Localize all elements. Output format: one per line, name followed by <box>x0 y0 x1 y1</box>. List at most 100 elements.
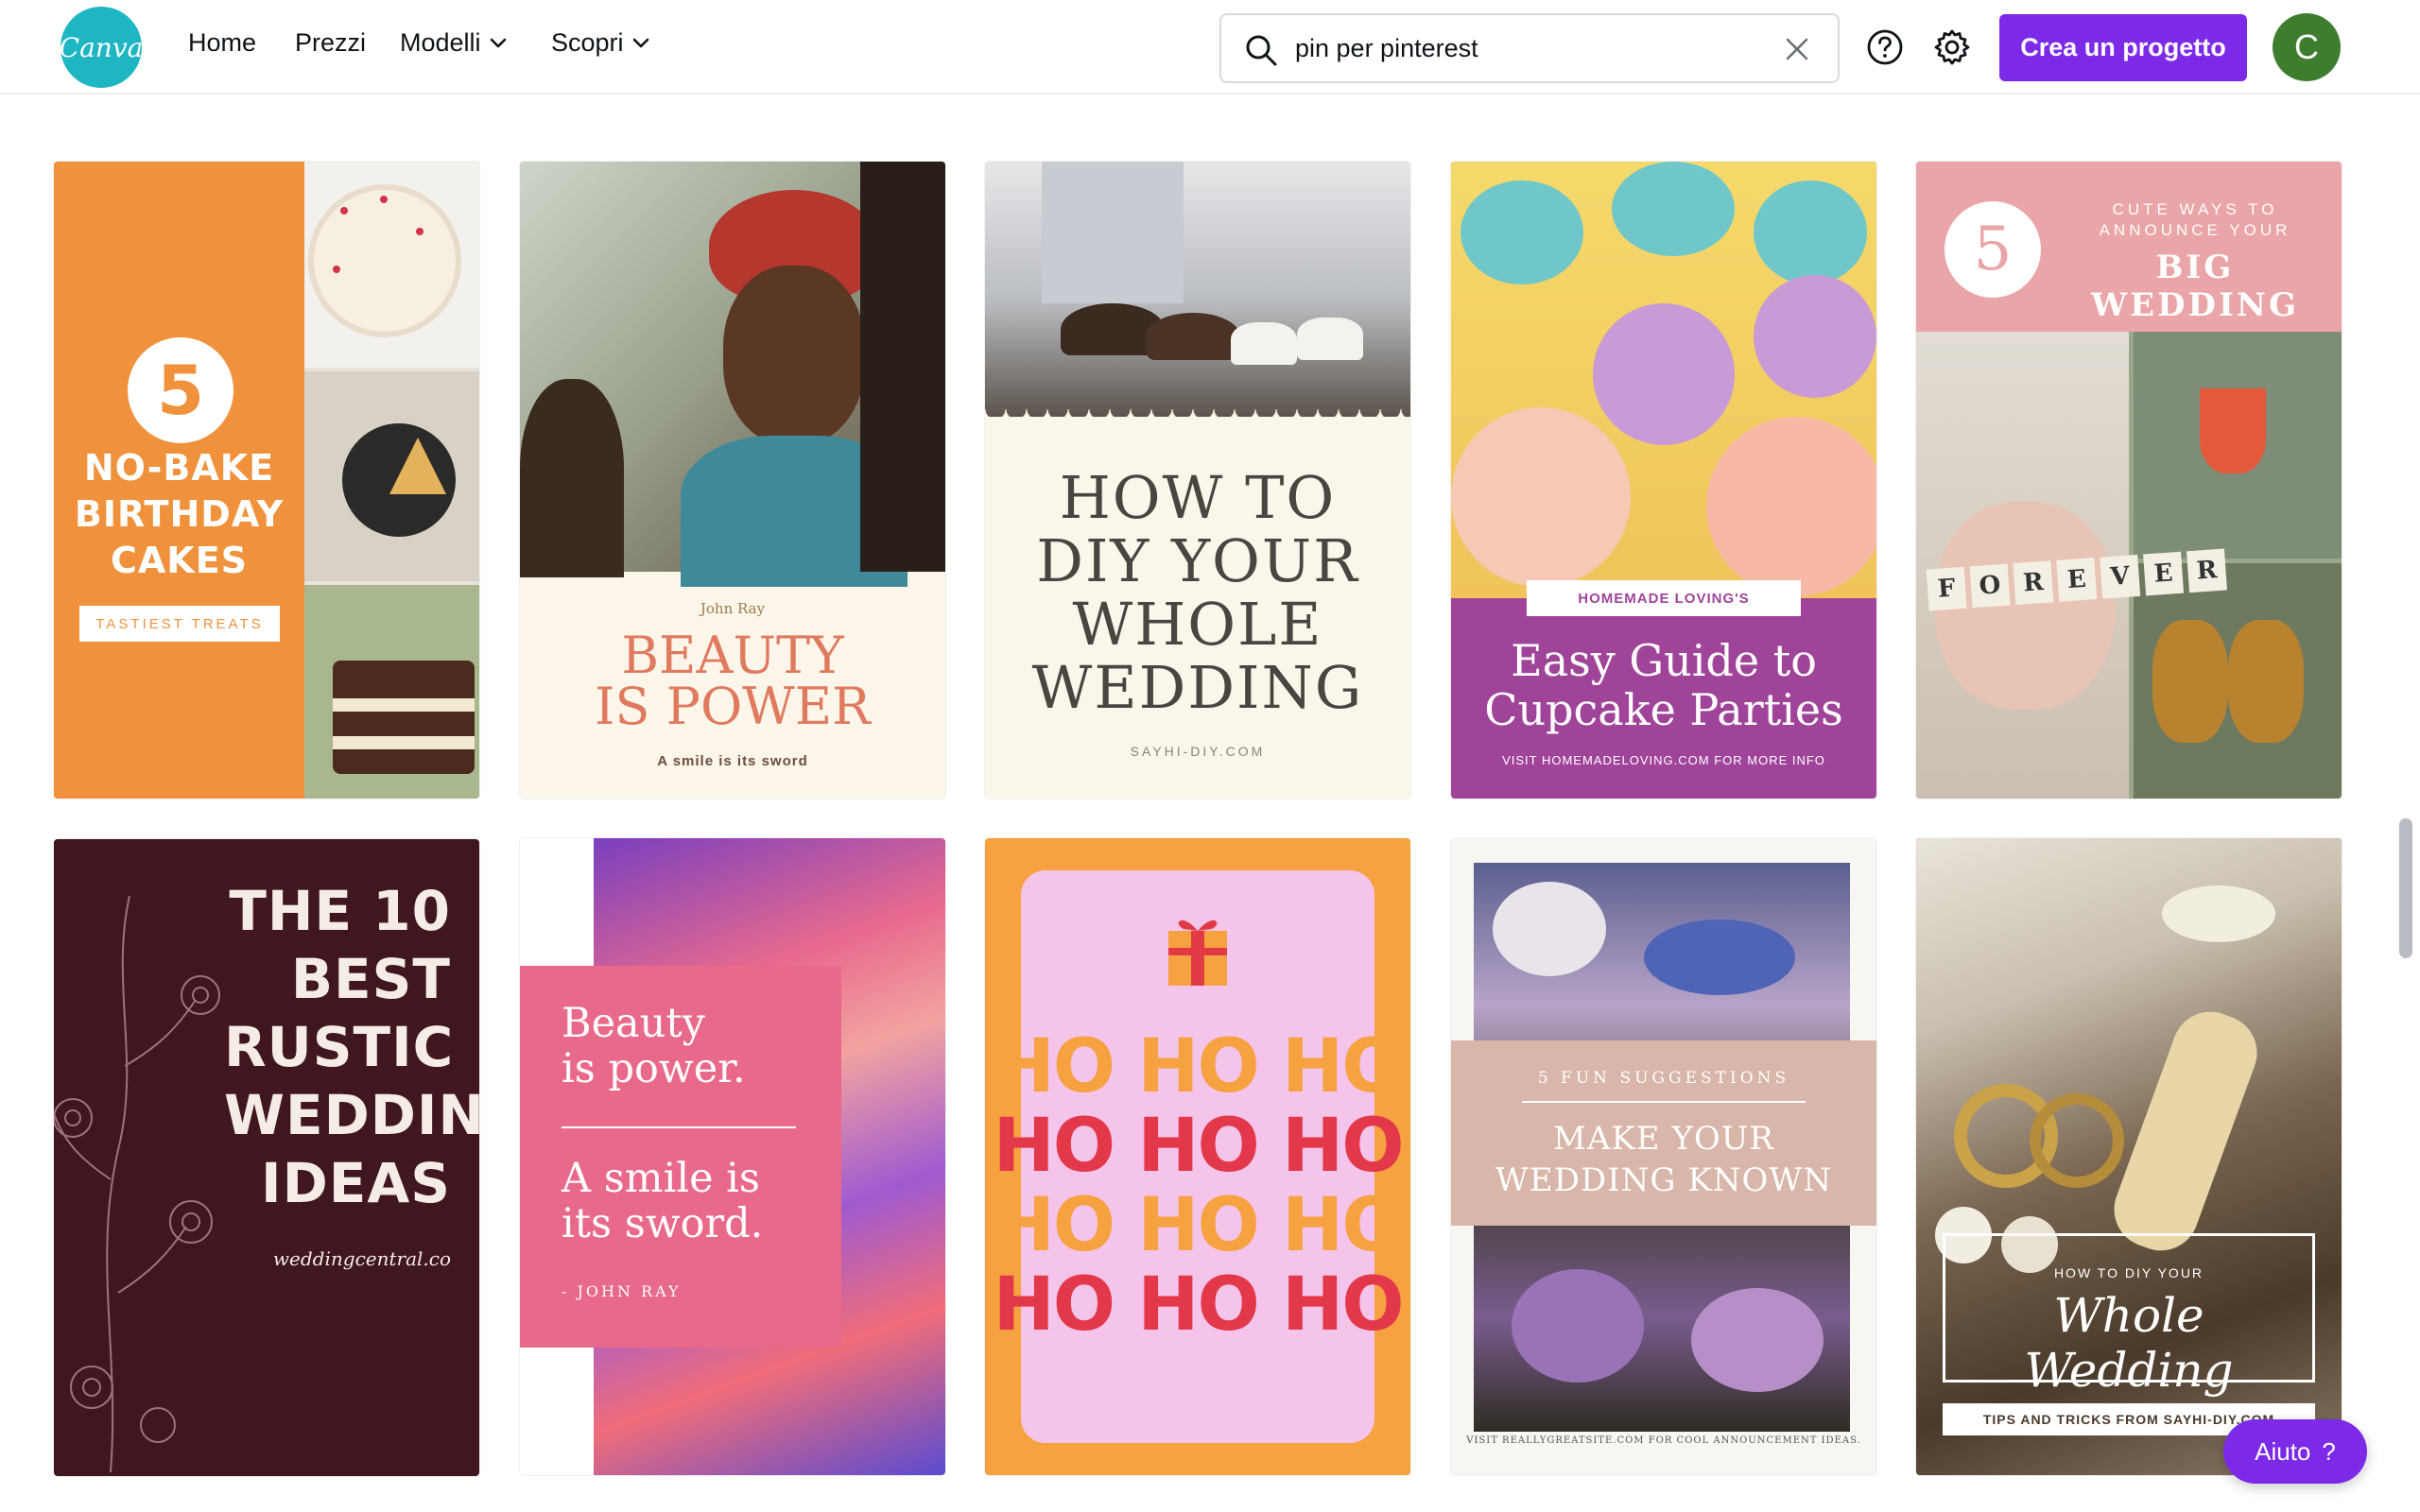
template-card-ho-ho-ho[interactable]: HO HO HO HO HO HO HO HO HO HO HO HO <box>985 838 1410 1475</box>
card-kicker: CUTE WAYS TO ANNOUNCE YOUR <box>2058 199 2332 241</box>
chevron-down-icon <box>490 38 506 47</box>
settings-gear-icon[interactable] <box>1931 26 1973 68</box>
title-line: NO-BAKE <box>83 447 275 489</box>
chevron-down-icon <box>632 38 648 47</box>
user-avatar[interactable]: C <box>2273 13 2341 81</box>
title-line: IS POWER <box>595 677 871 736</box>
title-line: Beauty <box>562 1000 705 1047</box>
title-line: RUSTIC <box>224 1015 455 1079</box>
card-title: NO-BAKE BIRTHDAY CAKES <box>54 445 304 584</box>
title-line: IDEAS <box>260 1151 451 1215</box>
letter-tile: E <box>2056 558 2098 602</box>
card-title: THE 10 BEST RUSTIC WEDDING IDEAS <box>224 877 479 1217</box>
quote-author: - JOHN RAY <box>562 1282 682 1300</box>
template-card-birthday-cakes[interactable]: 5 NO-BAKE BIRTHDAY CAKES TASTIEST TREATS <box>54 162 479 799</box>
card-title: Beauty is power. <box>562 1001 826 1091</box>
card-title: HOW TO DIY YOUR WHOLE WEDDING <box>985 466 1410 719</box>
card-kicker: 5 FUN SUGGESTIONS <box>1537 1069 1790 1088</box>
search-input[interactable] <box>1295 23 1749 74</box>
title-line: DIY YOUR <box>1036 526 1359 595</box>
gift-icon <box>1168 919 1227 986</box>
badge-number: 5 <box>156 351 205 430</box>
template-card-big-wedding[interactable]: 5 CUTE WAYS TO ANNOUNCE YOUR BIG WEDDING… <box>1916 162 2342 799</box>
nav-home[interactable]: Home <box>188 28 256 58</box>
title-line: BEAUTY <box>621 626 844 685</box>
ho-line: HO HO HO <box>993 1104 1404 1189</box>
cake-photo-collage <box>304 162 479 799</box>
ho-ho-ho-lines: HO HO HO HO HO HO HO HO HO HO HO HO <box>985 1027 1410 1345</box>
help-icon[interactable] <box>1864 26 1906 68</box>
template-card-whole-wedding[interactable]: HOW TO DIY YOUR Whole Wedding TIPS AND T… <box>1916 838 2342 1475</box>
card-title: BEAUTY IS POWER <box>520 630 945 732</box>
nav-scopri-label: Scopri <box>551 28 624 57</box>
letter-tile: E <box>2143 551 2185 596</box>
question-mark-icon: ? <box>2322 1436 2336 1466</box>
letter-tile: R <box>2186 548 2227 593</box>
title-line: Cupcake Parties <box>1484 684 1843 735</box>
search-box <box>1219 13 1840 83</box>
divider <box>1522 1101 1806 1103</box>
kicker-line: CUTE WAYS TO <box>2112 200 2278 218</box>
nav-scopri[interactable]: Scopri <box>551 28 650 58</box>
card-footer: SAYHI-DIY.COM <box>1130 744 1266 759</box>
kicker-line: ANNOUNCE YOUR <box>2099 221 2291 239</box>
title-line: BEST <box>290 947 451 1011</box>
template-card-cupcake-parties[interactable]: HOMEMADE LOVING'S Easy Guide to Cupcake … <box>1451 162 1876 799</box>
badge-number: 5 <box>1973 215 2013 284</box>
number-badge: 5 <box>128 337 233 443</box>
clear-search-icon[interactable] <box>1783 35 1811 63</box>
template-card-beauty-power[interactable]: John Ray BEAUTY IS POWER A smile is its … <box>520 162 945 799</box>
quote-line: A smile is <box>562 1155 761 1202</box>
letter-tile: V <box>2100 554 2141 599</box>
letter-tile: F <box>1926 566 1967 611</box>
ho-line: HO HO HO <box>993 1263 1404 1348</box>
letter-tile: R <box>2013 560 2054 606</box>
card-title: Easy Guide to Cupcake Parties <box>1451 636 1876 734</box>
cupcakes-photo <box>1451 162 1876 598</box>
number-badge: 5 <box>1945 201 2041 298</box>
ho-line: HO HO HO <box>993 1024 1404 1109</box>
template-card-rustic-wedding[interactable]: THE 10 BEST RUSTIC WEDDING IDEAS wedding… <box>54 839 479 1476</box>
tag-label: TASTIEST TREATS <box>79 606 280 642</box>
template-card-beauty-marble[interactable]: Beauty is power. A smile is its sword. -… <box>520 838 945 1475</box>
card-kicker: HOW TO DIY YOUR <box>2053 1265 2204 1280</box>
help-button[interactable]: Aiuto ? <box>2223 1419 2367 1484</box>
nav-prezzi[interactable]: Prezzi <box>295 28 366 58</box>
page-scrollbar-thumb[interactable] <box>2399 818 2412 958</box>
quote-line: its sword. <box>562 1200 764 1247</box>
template-card-wedding-known[interactable]: 5 FUN SUGGESTIONS MAKE YOUR WEDDING KNOW… <box>1451 838 1876 1475</box>
letter-tile: O <box>1969 563 2011 609</box>
ho-line: HO HO HO <box>993 1183 1404 1268</box>
nav-modelli-label: Modelli <box>400 28 481 57</box>
title-line: HOW TO <box>1059 463 1337 532</box>
top-navigation-bar: Canva Home Prezzi Modelli Scopri Crea un… <box>0 0 2420 94</box>
card-footer: VISIT HOMEMADELOVING.COM FOR MORE INFO <box>1502 753 1825 767</box>
divider <box>562 1126 796 1128</box>
canva-logo[interactable]: Canva <box>60 7 143 88</box>
card-title: Whole Wedding <box>2024 1288 2234 1398</box>
create-project-button[interactable]: Crea un progetto <box>1999 14 2247 81</box>
title-line: WEDDING <box>1031 653 1364 722</box>
title-line: WHOLE <box>1072 590 1323 659</box>
template-card-diy-wedding[interactable]: HOW TO DIY YOUR WHOLE WEDDING SAYHI-DIY.… <box>985 162 1410 799</box>
floral-illustration <box>54 896 220 1472</box>
nav-modelli[interactable]: Modelli <box>400 28 508 58</box>
author-name: John Ray <box>700 600 766 617</box>
title-line: MAKE YOUR <box>1553 1120 1774 1158</box>
card-quote: A smile is its sword. <box>562 1156 826 1246</box>
title-line: CAKES <box>110 540 249 581</box>
help-label: Aiuto <box>2255 1436 2311 1466</box>
card-title: BIG WEDDING <box>2090 249 2300 324</box>
title-line: THE 10 <box>229 879 451 943</box>
card-title: MAKE YOUR WEDDING KNOWN <box>1451 1118 1876 1201</box>
search-icon <box>1246 35 1277 66</box>
portrait-photo <box>520 162 945 587</box>
nav-prezzi-label: Prezzi <box>295 28 367 57</box>
card-subtitle: A smile is its sword <box>657 753 808 769</box>
card-url: weddingcentral.co <box>272 1247 451 1270</box>
title-line: Easy Guide to <box>1511 635 1817 686</box>
title-line: WEDDING <box>224 1083 479 1147</box>
wedding-shoes-photo <box>985 162 1410 417</box>
title-line: BIRTHDAY <box>74 493 285 535</box>
card-footer: VISIT REALLYGREATSITE.COM FOR COOL ANNOU… <box>1466 1435 1861 1446</box>
